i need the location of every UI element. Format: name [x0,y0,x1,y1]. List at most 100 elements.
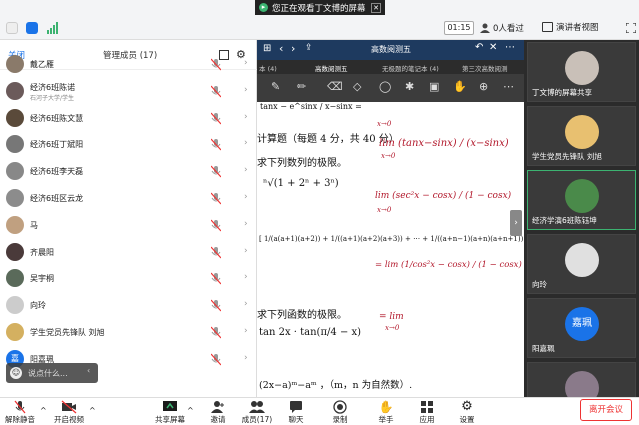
undo-icon[interactable]: ↶ [475,42,483,53]
settings-button[interactable]: ⚙ 设置 [455,398,479,425]
shield-icon[interactable] [26,22,38,34]
view-mode-button[interactable]: 演讲者视图 [556,21,599,33]
mic-off-icon[interactable] [210,85,222,98]
mic-off-icon[interactable] [210,165,222,178]
member-row[interactable]: 经济6班李天磊 › [0,159,257,186]
members-button[interactable]: 成员(17) [240,398,274,425]
eraser-icon[interactable]: ⌫ [327,80,343,93]
member-row[interactable]: 齐晨阳 › [0,240,257,267]
close-icon[interactable]: ✕ [489,42,497,53]
zoom-icon[interactable]: ⊕ [479,80,488,93]
expand-right-icon[interactable]: › [510,210,522,236]
invite-button[interactable]: 邀请 [204,398,232,425]
mute-button[interactable]: 解除静音 [2,398,38,425]
mic-off-icon[interactable] [210,299,222,312]
chat-input[interactable]: 说点什么... [28,368,68,379]
member-row[interactable]: 经济6班区云龙 › [0,186,257,213]
chevron-right-icon[interactable]: › [244,58,248,68]
pen-icon[interactable]: ✎ [271,80,280,93]
mic-off-icon[interactable] [210,112,222,125]
chevron-right-icon[interactable]: › [244,219,248,229]
close-icon[interactable]: ✕ [371,2,381,13]
tab-2[interactable]: 无极题的笔记本 (4) [382,63,439,73]
mic-off-icon[interactable] [210,353,222,366]
member-row[interactable]: 经济6班丁斌阳 › [0,132,257,159]
chevron-right-icon[interactable]: › [244,138,248,148]
mic-off-icon[interactable] [210,219,222,232]
video-tile[interactable]: 向玲 [527,234,636,294]
avatar [6,135,24,154]
mic-off-icon[interactable] [210,272,222,285]
mic-off-icon[interactable] [210,138,222,151]
member-row[interactable]: 戴乙雁 › [0,52,257,79]
tab-3[interactable]: 第三次高数阅测 [462,63,508,73]
video-tile[interactable]: 嘉珮 阳嘉珮 [527,298,636,358]
emoji-icon[interactable]: ☺ [10,367,22,379]
viewer-count[interactable]: 0人看过 [493,22,524,34]
share-icon[interactable]: ⇪ [305,43,313,53]
lasso-icon[interactable]: ◯ [379,80,391,93]
video-tile[interactable]: 学生党员先锋队 刘旭 [527,106,636,166]
chat-button[interactable]: 聊天 [284,398,308,425]
forward-icon[interactable]: › [291,42,295,55]
chat-popup[interactable]: ☺ 说点什么... ‹ [6,363,98,383]
member-row[interactable]: 学生党员先锋队 刘旭 › [0,320,257,347]
chevron-right-icon[interactable]: › [244,353,248,363]
chevron-right-icon[interactable]: › [244,299,248,309]
member-row[interactable]: 经济6班陈诺 石河子大学/学生 › [0,79,257,106]
member-row[interactable]: 马 › [0,213,257,240]
shape-icon[interactable]: ◇ [353,80,361,93]
mic-off-icon[interactable] [210,246,222,259]
share-label: 共享屏幕 [155,415,185,424]
text-icon[interactable]: ✱ [405,80,414,93]
video-label: 丁文博的屏幕共享 [532,88,592,97]
member-name: 吴宇桐 [30,274,54,284]
raise-hand-button[interactable]: ✋ 举手 [374,398,398,425]
member-row[interactable]: 向玲 › [0,293,257,320]
avatar [6,162,24,181]
video-button[interactable]: 开启视频 [50,398,88,425]
chevron-left-icon[interactable]: ‹ [87,366,90,375]
back-icon[interactable]: ‹ [279,42,283,55]
chevron-right-icon[interactable]: › [244,192,248,202]
chevron-up-icon[interactable]: ^ [40,406,47,415]
member-subtitle: 石河子大学/学生 [30,94,75,102]
handwriting-2-sub: x→0 [377,206,392,214]
handwriting-1: lim (tanx−sinx) / (x−sinx) [379,138,509,149]
chevron-right-icon[interactable]: › [244,272,248,282]
chevron-right-icon[interactable]: › [244,246,248,256]
hand-icon[interactable]: ✋ [453,80,467,93]
chevron-right-icon[interactable]: › [244,326,248,336]
member-row[interactable]: 经济6班陈文慧 › [0,106,257,133]
video-tile[interactable]: 丁文博的屏幕共享 [527,42,636,102]
tab-0[interactable]: 本 (4) [259,63,277,73]
video-strip: 丁文博的屏幕共享学生党员先锋队 刘旭 经济学演6班陈钰坤 向玲 嘉珮 阳嘉珮 [524,40,639,422]
more-icon[interactable]: ⋯ [503,80,514,93]
chevron-right-icon[interactable]: › [244,112,248,122]
share-screen-button[interactable]: 共享屏幕 [154,398,186,425]
chevron-up-icon[interactable]: ^ [187,406,194,415]
mic-off-icon[interactable] [210,326,222,339]
members-icon [240,400,274,414]
mic-off-icon[interactable] [210,58,222,71]
handwriting-1-sub: x→0 [381,152,396,160]
pencil-icon[interactable]: ✏ [297,80,306,93]
chevron-right-icon[interactable]: › [244,85,248,95]
video-tile[interactable]: 经济学演6班陈钰坤 [527,170,636,230]
record-button[interactable]: 录制 [328,398,352,425]
member-row[interactable]: 吴宇桐 › [0,266,257,293]
avatar [6,296,24,315]
tab-1[interactable]: 高数阅测五 [315,63,348,73]
chevron-right-icon[interactable]: › [244,165,248,175]
grid-icon[interactable]: ⊞ [263,43,271,54]
drawing-tools: ✎ ✏ ⌫ ◇ ◯ ✱ ▣ ✋ ⊕ ⋯ [257,74,524,102]
chevron-up-icon[interactable]: ^ [89,406,96,415]
info-icon[interactable] [6,22,18,34]
mic-off-icon[interactable] [210,192,222,205]
apps-button[interactable]: 应用 [415,398,439,425]
fullscreen-icon[interactable] [625,22,637,34]
more-icon[interactable]: ⋯ [505,42,515,53]
leave-meeting-button[interactable]: 离开会议 [580,399,632,421]
signal-icon[interactable] [46,22,58,34]
image-icon[interactable]: ▣ [429,80,439,93]
